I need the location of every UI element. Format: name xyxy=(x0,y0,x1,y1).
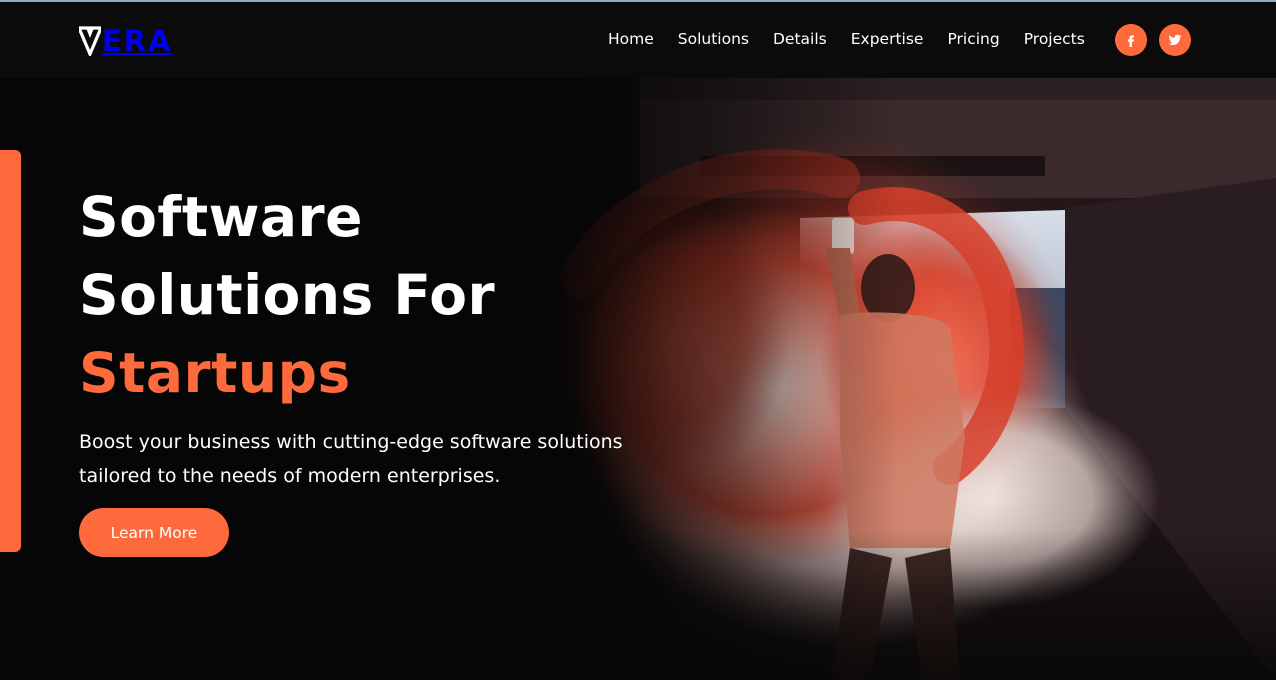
navbar: ERA Home Solutions Details Expertise Pri… xyxy=(0,2,1276,78)
nav-link-expertise[interactable]: Expertise xyxy=(851,29,924,49)
hero-image xyxy=(520,78,1276,680)
hero-accent-bar xyxy=(0,150,21,552)
facebook-icon xyxy=(1128,35,1134,47)
hero-headline: Software Solutions For Startups xyxy=(79,178,495,412)
nav-link-projects[interactable]: Projects xyxy=(1024,29,1085,49)
main-nav: Home Solutions Details Expertise Pricing… xyxy=(596,29,1097,49)
brand-name: ERA xyxy=(102,24,173,58)
brand-logo[interactable]: ERA xyxy=(79,24,173,58)
hero-description: Boost your business with cutting-edge so… xyxy=(79,431,623,487)
facebook-button[interactable] xyxy=(1115,24,1147,56)
headline-line-1: Software xyxy=(79,185,363,249)
v-triangle-logo-icon xyxy=(79,26,101,56)
headline-line-2: Solutions For xyxy=(79,263,496,327)
headline-accent: Startups xyxy=(79,341,351,405)
learn-more-button[interactable]: Learn More xyxy=(79,508,229,557)
twitter-icon xyxy=(1168,34,1182,46)
nav-link-details[interactable]: Details xyxy=(773,29,827,49)
nav-link-home[interactable]: Home xyxy=(608,29,654,49)
twitter-button[interactable] xyxy=(1159,24,1191,56)
nav-link-solutions[interactable]: Solutions xyxy=(678,29,749,49)
nav-link-pricing[interactable]: Pricing xyxy=(947,29,999,49)
